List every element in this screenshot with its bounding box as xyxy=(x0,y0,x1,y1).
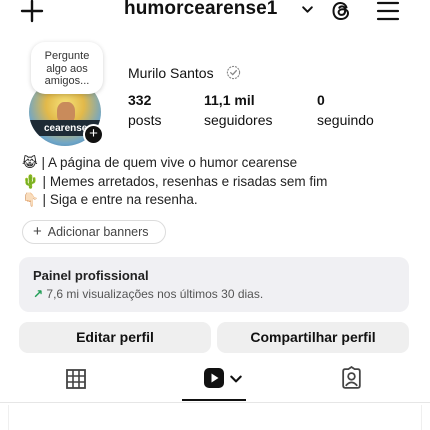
dashboard-title: Painel profissional xyxy=(33,268,149,283)
chevron-down-icon[interactable] xyxy=(301,3,314,16)
display-name: Murilo Santos xyxy=(128,65,214,81)
stat-value: 332 xyxy=(128,92,152,108)
note-line: Pergunte xyxy=(44,50,90,62)
reels-icon[interactable] xyxy=(202,366,226,390)
trend-up-icon: ↗ xyxy=(33,287,44,301)
edit-profile-button[interactable]: Editar perfil xyxy=(19,322,211,353)
dashboard-subtitle-text: 7,6 mi visualizações nos últimos 30 dias… xyxy=(46,287,264,301)
chevron-down-icon[interactable] xyxy=(229,372,243,386)
bio-line: 🌵 | Memes arretados, resenhas e risadas … xyxy=(22,173,328,189)
top-bar: humorcearense1 xyxy=(0,0,430,26)
stat-label: posts xyxy=(128,112,162,128)
note-line: algo aos xyxy=(46,62,88,75)
avatar-text: cearense xyxy=(44,123,88,134)
add-story-icon[interactable]: + xyxy=(83,124,104,145)
bio-line: 😹 | A página de quem vive o humor cearen… xyxy=(22,155,298,170)
stat-followers[interactable]: 11,1 mil seguidores xyxy=(204,92,273,128)
note-line: amigos... xyxy=(44,75,90,87)
stat-following[interactable]: 0 seguindo xyxy=(317,92,374,128)
note-bubble[interactable]: Pergunte algo aos amigos... xyxy=(31,42,103,94)
stat-label: seguidores xyxy=(204,112,273,128)
bio: 😹 | A página de quem vive o humor cearen… xyxy=(22,154,327,210)
dashboard-subtitle: ↗ 7,6 mi visualizações nos últimos 30 di… xyxy=(33,287,263,301)
divider xyxy=(0,402,430,403)
threads-icon[interactable] xyxy=(329,0,353,23)
stat-posts[interactable]: 332 posts xyxy=(128,92,161,128)
plus-icon[interactable] xyxy=(20,0,44,23)
plus-icon: + xyxy=(33,223,42,240)
active-tab-indicator xyxy=(182,399,246,401)
tagged-person-icon[interactable] xyxy=(339,366,364,391)
verified-badge-icon xyxy=(226,65,241,80)
username-switcher[interactable]: humorcearense1 xyxy=(124,0,277,20)
profile-tabs xyxy=(0,364,430,404)
bio-line: 👇🏻 | Siga e entre na resenha. xyxy=(22,192,198,207)
stat-label: seguindo xyxy=(317,112,374,128)
divider xyxy=(8,405,9,430)
add-banners-label: Adicionar banners xyxy=(47,225,149,239)
divider xyxy=(421,405,422,430)
stat-value: 11,1 mil xyxy=(204,92,255,108)
hamburger-menu-icon[interactable] xyxy=(376,0,400,22)
professional-dashboard[interactable]: Painel profissional ↗ 7,6 mi visualizaçõ… xyxy=(19,257,409,312)
stat-value: 0 xyxy=(317,92,325,108)
grid-icon[interactable] xyxy=(64,367,88,391)
share-profile-button[interactable]: Compartilhar perfil xyxy=(217,322,409,353)
add-banners-button[interactable]: + Adicionar banners xyxy=(22,220,166,244)
